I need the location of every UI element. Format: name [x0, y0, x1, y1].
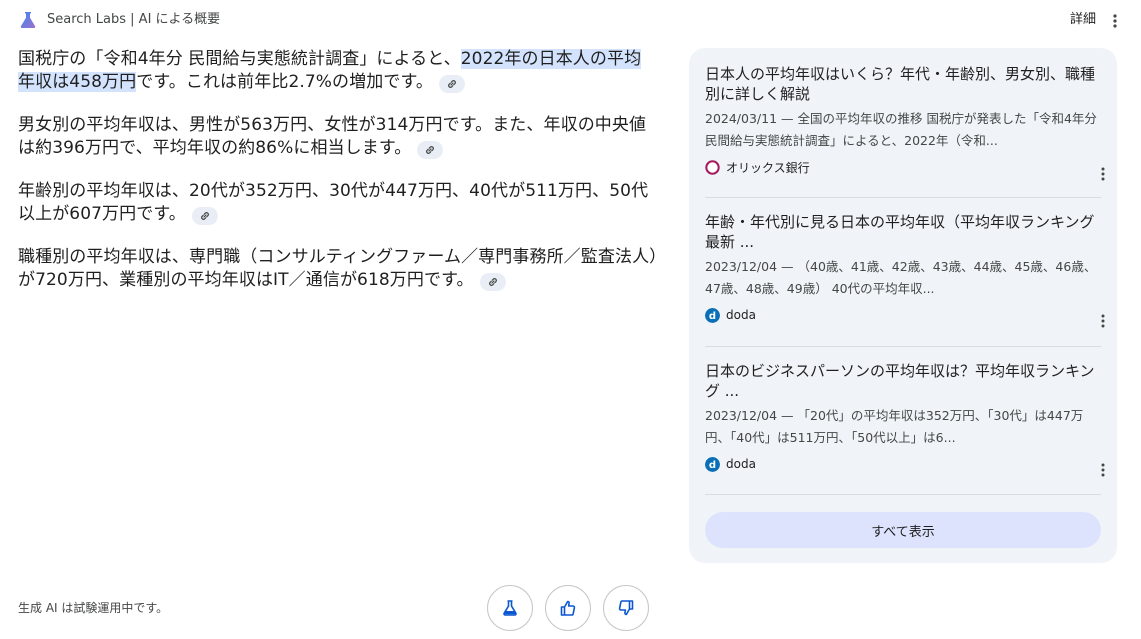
source-link-button[interactable]	[191, 207, 218, 225]
labs-flask-icon	[20, 12, 36, 28]
answer-text: 年齢別の平均年収は、20代が352万円、30代が447万円、40代が511万円、…	[18, 181, 649, 224]
source-card[interactable]: 年齢・年代別に見る日本の平均年収（平均年収ランキング最新 ... 2023/12…	[705, 212, 1101, 324]
thumbs-up-button[interactable]	[545, 585, 591, 631]
doda-logo-icon: d	[705, 456, 720, 472]
source-more-icon[interactable]	[1097, 462, 1109, 478]
source-link-button[interactable]	[479, 273, 506, 291]
source-title[interactable]: 年齢・年代別に見る日本の平均年収（平均年収ランキング最新 ...	[705, 212, 1101, 252]
source-more-icon[interactable]	[1097, 313, 1109, 329]
answer-text: 職種別の平均年収は、専門職（コンサルティングファーム／専門事務所／監査法人）が7…	[18, 247, 658, 290]
thumbs-down-icon	[618, 600, 634, 616]
answer-paragraph-3: 年齢別の平均年収は、20代が352万円、30代が447万円、40代が511万円、…	[18, 180, 658, 226]
answer-text: 男女別の平均年収は、男性が563万円、女性が314万円です。また、年収の中央値は…	[18, 115, 647, 158]
source-link-button[interactable]	[438, 75, 465, 93]
sources-panel: 日本人の平均年収はいくら？年代・年齢別、男女別、職種別に詳しく解説 2024/0…	[689, 48, 1117, 563]
flask-icon	[503, 600, 517, 616]
source-snippet: 2023/12/04 — （40歳、41歳、42歳、43歳、44歳、45歳、46…	[705, 259, 1097, 296]
source-card[interactable]: 日本のビジネスパーソンの平均年収は？平均年収ランキング ... 2023/12/…	[705, 361, 1101, 473]
svg-text:d: d	[709, 311, 716, 322]
site-name: doda	[726, 308, 756, 322]
details-button[interactable]: 詳細	[1070, 12, 1096, 28]
labs-feedback-button[interactable]	[487, 585, 533, 631]
answer-text: 国税庁の「令和4年分 民間給与実態統計調査」によると、	[18, 49, 461, 69]
divider	[705, 197, 1101, 198]
source-title[interactable]: 日本のビジネスパーソンの平均年収は？平均年収ランキング ...	[705, 361, 1101, 401]
ai-overview-header: Search Labs | AI による概要 詳細	[0, 0, 1141, 40]
svg-text:d: d	[709, 460, 716, 471]
link-icon	[448, 80, 456, 88]
source-card[interactable]: 日本人の平均年収はいくら？年代・年齢別、男女別、職種別に詳しく解説 2024/0…	[705, 64, 1101, 176]
link-icon	[488, 278, 497, 286]
source-site: オリックス銀行	[705, 158, 1101, 176]
show-all-button[interactable]: すべて表示	[705, 512, 1101, 548]
source-title[interactable]: 日本人の平均年収はいくら？年代・年齢別、男女別、職種別に詳しく解説	[705, 64, 1101, 104]
source-site: d doda	[705, 306, 1101, 324]
header-title: Search Labs | AI による概要	[47, 12, 221, 27]
source-snippet: 2024/03/11 — 全国の平均年収の推移 国税庁が発表した「令和4年分 民…	[705, 111, 1097, 148]
source-link-button[interactable]	[417, 141, 444, 159]
more-options-icon[interactable]	[1108, 12, 1122, 30]
orix-bank-logo-icon	[705, 159, 720, 175]
answer-paragraph-4: 職種別の平均年収は、専門職（コンサルティングファーム／専門事務所／監査法人）が7…	[18, 246, 658, 292]
divider	[705, 346, 1101, 347]
answer-text: です。これは前年比2.7%の増加です。	[136, 72, 433, 92]
answer-paragraph-2: 男女別の平均年収は、男性が563万円、女性が314万円です。また、年収の中央値は…	[18, 114, 658, 160]
link-icon	[200, 212, 209, 220]
ai-overview-answer: 国税庁の「令和4年分 民間給与実態統計調査」によると、2022年の日本人の平均年…	[18, 48, 658, 312]
source-site: d doda	[705, 455, 1101, 473]
site-name: オリックス銀行	[726, 160, 810, 175]
thumbs-up-icon	[560, 600, 576, 616]
source-snippet: 2023/12/04 — 「20代」の平均年収は352万円、「30代」は447万…	[705, 408, 1084, 445]
answer-paragraph-1: 国税庁の「令和4年分 民間給与実態統計調査」によると、2022年の日本人の平均年…	[18, 48, 658, 94]
site-name: doda	[726, 457, 756, 471]
experimental-notice: 生成 AI は試験運用中です。	[18, 601, 169, 615]
link-icon	[426, 146, 435, 154]
thumbs-down-button[interactable]	[603, 585, 649, 631]
doda-logo-icon: d	[705, 307, 720, 323]
source-more-icon[interactable]	[1097, 166, 1109, 182]
divider	[705, 494, 1101, 495]
